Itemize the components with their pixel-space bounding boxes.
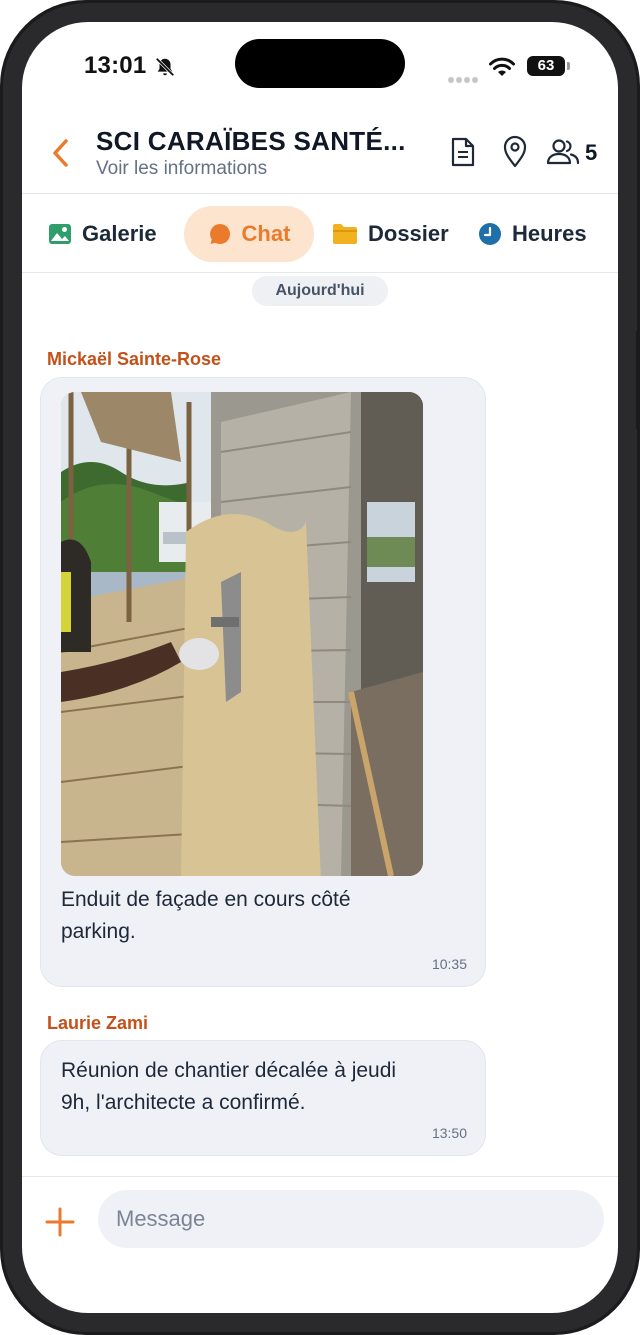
gallery-icon [49, 224, 71, 244]
tab-label: Heures [512, 221, 587, 246]
clock-icon [479, 223, 501, 245]
side-button [636, 330, 640, 430]
message-bubble[interactable]: Réunion de chantier décalée à jeudi 9h, … [40, 1040, 486, 1156]
tab-label: Galerie [82, 221, 157, 246]
tab-label: Dossier [368, 221, 449, 246]
view-info-link[interactable]: Voir les informations [96, 158, 267, 180]
message-text-line: Enduit de façade en cours côté [61, 888, 351, 911]
message-bubble[interactable]: Enduit de façade en cours côté parking. … [40, 377, 486, 987]
back-chevron-icon[interactable] [50, 138, 72, 168]
members-icon[interactable] [546, 138, 580, 166]
composer-divider [22, 1176, 618, 1177]
message-sender[interactable]: Mickaël Sainte-Rose [47, 349, 221, 370]
dynamic-island [235, 39, 405, 88]
status-time: 13:01 [84, 52, 147, 79]
cellular-signal-icon [448, 70, 480, 88]
bell-muted-icon [155, 57, 175, 77]
message-text-line: parking. [61, 920, 136, 943]
battery-indicator: 63 [527, 56, 565, 76]
battery-cap [567, 62, 570, 70]
tabs-divider [22, 272, 618, 273]
tab-dossier[interactable]: Dossier [332, 206, 458, 262]
day-separator: Aujourd'hui [252, 276, 388, 306]
chat-bubble-icon [209, 224, 230, 244]
message-input[interactable] [98, 1190, 604, 1248]
document-icon[interactable] [450, 136, 476, 168]
message-time: 10:35 [431, 956, 467, 972]
message-time: 13:50 [431, 1125, 467, 1141]
tab-galerie[interactable]: Galerie [48, 206, 168, 262]
location-pin-icon[interactable] [502, 135, 528, 169]
members-count[interactable]: 5 [585, 140, 597, 166]
message-text-line: Réunion de chantier décalée à jeudi [61, 1059, 397, 1082]
construction-photo [61, 392, 423, 876]
message-photo[interactable] [61, 392, 423, 876]
tab-heures[interactable]: Heures [478, 206, 610, 262]
add-attachment-icon[interactable] [44, 1206, 76, 1238]
screen: 13:01 63 SCI CARAÏBES SANTÉ... Voir les … [22, 22, 618, 1313]
tab-label: Chat [241, 221, 291, 246]
message-text-line: 9h, l'architecte a confirmé. [61, 1091, 306, 1114]
folder-icon [333, 224, 357, 244]
message-sender[interactable]: Laurie Zami [47, 1013, 148, 1034]
wifi-icon [489, 57, 515, 76]
project-title[interactable]: SCI CARAÏBES SANTÉ... [96, 126, 406, 157]
tab-chat[interactable]: Chat [184, 206, 314, 262]
header-divider [22, 193, 618, 194]
